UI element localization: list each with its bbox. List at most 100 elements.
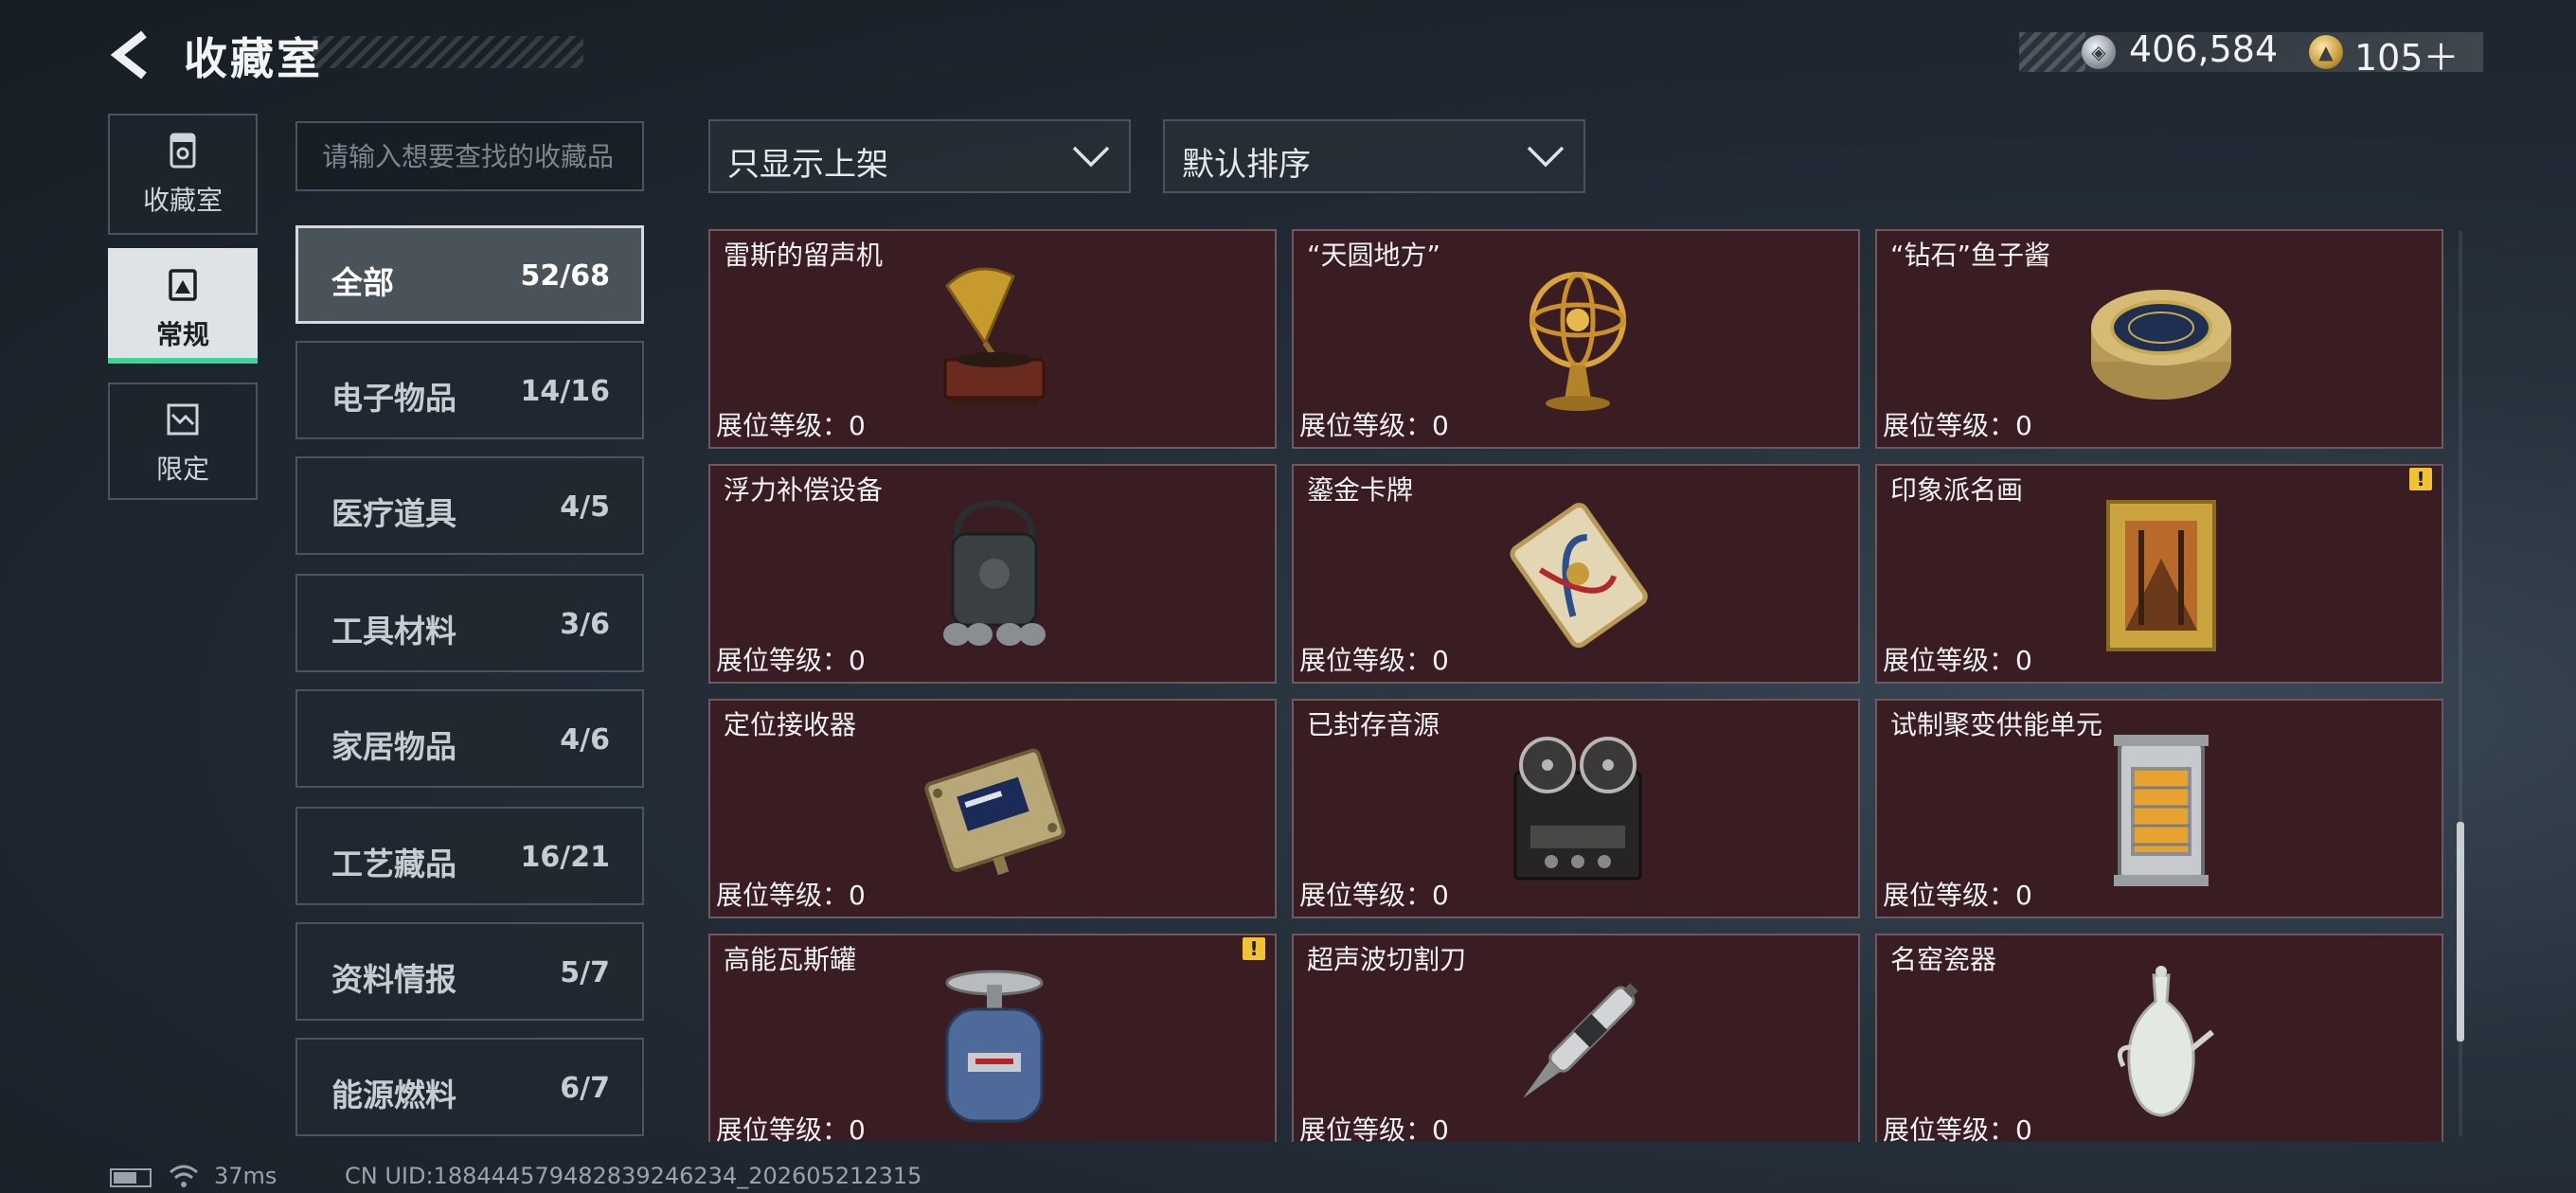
nav-label: 限定 xyxy=(155,454,209,485)
item-name: 试制聚变供能单元 xyxy=(1890,709,2103,740)
category-all[interactable]: 全部 52/68 xyxy=(295,225,644,324)
category-electronics[interactable]: 电子物品 14/16 xyxy=(295,341,644,439)
item-name: “钻石”鱼子酱 xyxy=(1890,240,2051,271)
nav-label: 收藏室 xyxy=(142,185,223,216)
silver-coin-icon: ◈ xyxy=(2082,35,2116,69)
page-title: 收藏室 xyxy=(184,33,323,84)
ultrasonic-cutter-icon xyxy=(1523,983,1638,1098)
nav-regular[interactable]: 常规 xyxy=(108,248,258,362)
network-ping: 37ms xyxy=(214,1163,277,1189)
fusion-cell-icon xyxy=(2114,735,2209,886)
category-name: 资料情报 xyxy=(331,961,456,998)
item-level: 展位等级：0 xyxy=(1883,1114,2032,1142)
search-box xyxy=(295,121,644,191)
category-count: 6/7 xyxy=(560,1072,610,1105)
gramophone-icon xyxy=(943,267,1046,405)
item-card-porcelain[interactable]: 名窑瓷器 展位等级：0 xyxy=(1875,934,2443,1142)
framed-painting-icon xyxy=(2106,500,2216,651)
item-card-receiver[interactable]: 定位接收器 展位等级：0 xyxy=(708,699,1277,918)
receiver-device-icon xyxy=(924,748,1065,876)
item-card-gas-canister[interactable]: 高能瓦斯罐 ! 展位等级：0 xyxy=(708,934,1277,1142)
reel-to-reel-icon xyxy=(1513,737,1642,881)
gold-currency-amount[interactable]: 105＋ xyxy=(2354,28,2460,80)
category-crafts[interactable]: 工艺藏品 16/21 xyxy=(295,807,644,905)
item-name: 名窑瓷器 xyxy=(1890,944,1997,975)
item-card-reel[interactable]: 已封存音源 展位等级：0 xyxy=(1292,699,1860,918)
item-card-fusion-cell[interactable]: 试制聚变供能单元 展位等级：0 xyxy=(1875,699,2443,918)
item-name: 已封存音源 xyxy=(1307,709,1440,740)
category-tools[interactable]: 工具材料 3/6 xyxy=(295,574,644,672)
item-level: 展位等级：0 xyxy=(1883,645,2032,676)
chevron-down-icon xyxy=(1527,146,1565,168)
category-household[interactable]: 家居物品 4/6 xyxy=(295,689,644,788)
item-name: 浮力补偿设备 xyxy=(724,474,884,506)
back-button[interactable] xyxy=(106,28,159,81)
buoyancy-device-icon xyxy=(943,500,1046,646)
item-card-buoyancy[interactable]: 浮力补偿设备 展位等级：0 xyxy=(708,464,1277,684)
back-arrow-icon xyxy=(110,30,147,80)
silver-currency-amount: 406,584 xyxy=(2129,28,2279,70)
item-level: 展位等级：0 xyxy=(716,880,866,911)
item-level: 展位等级：0 xyxy=(1883,410,2032,441)
item-level: 展位等级：0 xyxy=(1299,645,1449,676)
category-name: 能源燃料 xyxy=(331,1077,456,1113)
category-count: 16/21 xyxy=(520,841,610,874)
gold-coin-icon: ▲ xyxy=(2309,35,2343,69)
item-name: 定位接收器 xyxy=(724,709,857,740)
item-name: 鎏金卡牌 xyxy=(1307,474,1414,506)
caviar-tin-icon xyxy=(2091,290,2231,400)
item-level: 展位等级：0 xyxy=(716,1114,866,1142)
category-name: 医疗道具 xyxy=(331,495,456,532)
item-level: 展位等级：0 xyxy=(1299,410,1449,441)
category-medical[interactable]: 医疗道具 4/5 xyxy=(295,456,644,555)
category-name: 家居物品 xyxy=(331,728,456,765)
nav-label: 常规 xyxy=(155,319,209,350)
category-count: 3/6 xyxy=(560,608,610,641)
sort-dropdown[interactable]: 默认排序 xyxy=(1163,119,1585,193)
currency-decoration xyxy=(2019,32,2085,72)
title-decoration xyxy=(313,36,583,68)
category-count: 52/68 xyxy=(520,259,610,293)
user-uid: CN UID:18844457948283924623​4_2026052123… xyxy=(345,1163,922,1189)
item-level: 展位等级：0 xyxy=(1299,880,1449,911)
item-level: 展位等级：0 xyxy=(716,645,866,676)
item-name: 超声波切割刀 xyxy=(1307,944,1467,975)
sort-selected-value: 默认排序 xyxy=(1182,146,1311,184)
wifi-icon xyxy=(170,1165,198,1187)
warning-icon: ! xyxy=(1243,937,1265,960)
item-card-caviar[interactable]: “钻石”鱼子酱 展位等级：0 xyxy=(1875,229,2443,449)
item-level: 展位等级：0 xyxy=(1299,1114,1449,1142)
collectible-grid: 雷斯的留声机 展位等级：0 “天圆地方” 展位等级：0 “钻石”鱼子酱 展位等级… xyxy=(707,227,2445,1142)
category-name: 电子物品 xyxy=(331,380,456,417)
regular-frame-icon xyxy=(169,269,197,301)
gas-canister-icon xyxy=(945,970,1044,1123)
nav-collection-room[interactable]: 收藏室 xyxy=(108,114,258,235)
limited-icon xyxy=(167,403,199,436)
search-input[interactable] xyxy=(297,123,642,189)
grid-scrollbar-thumb[interactable] xyxy=(2457,822,2464,1042)
category-count: 4/5 xyxy=(560,490,610,524)
item-level: 展位等级：0 xyxy=(716,410,866,441)
filter-dropdown[interactable]: 只显示上架 xyxy=(708,119,1131,193)
category-intel[interactable]: 资料情报 5/7 xyxy=(295,922,644,1021)
category-name: 工艺藏品 xyxy=(331,846,456,882)
nav-limited[interactable]: 限定 xyxy=(108,383,258,500)
item-card-gilded-card[interactable]: 鎏金卡牌 展位等级：0 xyxy=(1292,464,1860,684)
item-card-gramophone[interactable]: 雷斯的留声机 展位等级：0 xyxy=(708,229,1277,449)
item-name: “天圆地方” xyxy=(1307,240,1441,271)
item-card-painting[interactable]: 印象派名画 ! 展位等级：0 xyxy=(1875,464,2443,684)
category-name: 全部 xyxy=(331,264,394,301)
item-name: 高能瓦斯罐 xyxy=(724,944,857,975)
item-name: 雷斯的留声机 xyxy=(724,240,884,271)
nav-active-indicator xyxy=(108,358,258,364)
item-card-armillary[interactable]: “天圆地方” 展位等级：0 xyxy=(1292,229,1860,449)
item-name: 印象派名画 xyxy=(1890,474,2024,506)
warning-icon: ! xyxy=(2409,468,2432,490)
gilded-card-icon xyxy=(1510,503,1648,649)
chevron-down-icon xyxy=(1072,146,1110,168)
battery-level xyxy=(114,1172,136,1184)
category-count: 5/7 xyxy=(560,956,610,989)
item-card-ultrasonic-cutter[interactable]: 超声波切割刀 展位等级：0 xyxy=(1292,934,1860,1142)
collection-room-icon xyxy=(170,133,196,169)
category-energy[interactable]: 能源燃料 6/7 xyxy=(295,1038,644,1136)
